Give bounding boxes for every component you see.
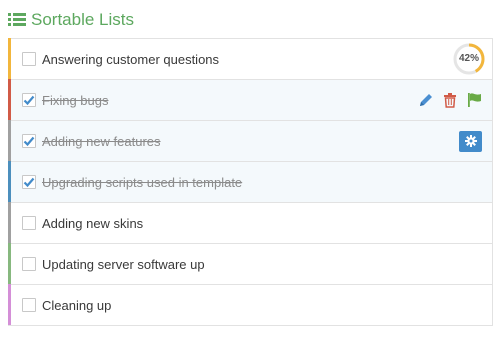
trash-icon[interactable] bbox=[442, 92, 458, 108]
task-label: Adding new features bbox=[42, 133, 161, 149]
task-label: Upgrading scripts used in template bbox=[42, 174, 243, 190]
cog-icon bbox=[464, 135, 477, 147]
task-list: Answering customer questions 42% Fixing bu… bbox=[8, 38, 493, 326]
task-checkbox[interactable] bbox=[22, 216, 36, 230]
task-item[interactable]: Cleaning up bbox=[8, 284, 493, 326]
task-color-bar bbox=[8, 202, 11, 243]
task-label: Fixing bugs bbox=[42, 92, 109, 108]
task-item[interactable]: Fixing bugs bbox=[8, 79, 493, 121]
flag-icon[interactable] bbox=[466, 92, 482, 108]
list-icon bbox=[8, 12, 26, 28]
widget-title: Sortable Lists bbox=[31, 10, 134, 29]
task-item[interactable]: Upgrading scripts used in template bbox=[8, 161, 493, 203]
task-item[interactable]: Answering customer questions 42% bbox=[8, 38, 493, 80]
progress-label: 42% bbox=[458, 53, 479, 64]
task-item[interactable]: Adding new skins bbox=[8, 202, 493, 244]
task-checkbox[interactable] bbox=[22, 257, 36, 271]
task-label: Answering customer questions bbox=[42, 51, 220, 67]
task-actions bbox=[418, 80, 482, 120]
task-color-bar bbox=[8, 79, 11, 120]
task-label: Adding new skins bbox=[42, 215, 144, 231]
task-color-bar bbox=[8, 284, 11, 325]
progress-circle: 42% bbox=[452, 42, 486, 76]
widget-header: Sortable Lists bbox=[8, 8, 134, 32]
task-color-bar bbox=[8, 38, 11, 79]
task-checkbox[interactable] bbox=[22, 93, 36, 107]
checkmark-icon bbox=[23, 136, 35, 147]
task-label: Cleaning up bbox=[42, 297, 112, 313]
task-item[interactable]: Adding new features bbox=[8, 120, 493, 162]
task-label: Updating server software up bbox=[42, 256, 205, 272]
task-color-bar bbox=[8, 120, 11, 161]
sortable-lists-widget: Sortable Lists Answering customer questi… bbox=[0, 0, 500, 340]
task-color-bar bbox=[8, 243, 11, 284]
pencil-icon[interactable] bbox=[418, 92, 434, 108]
task-item[interactable]: Updating server software up bbox=[8, 243, 493, 285]
settings-button[interactable] bbox=[459, 130, 482, 152]
task-actions bbox=[459, 121, 482, 161]
task-checkbox[interactable] bbox=[22, 298, 36, 312]
checkmark-icon bbox=[23, 177, 35, 188]
task-checkbox[interactable] bbox=[22, 175, 36, 189]
task-checkbox[interactable] bbox=[22, 52, 36, 66]
task-color-bar bbox=[8, 161, 11, 202]
task-checkbox[interactable] bbox=[22, 134, 36, 148]
checkmark-icon bbox=[23, 95, 35, 106]
